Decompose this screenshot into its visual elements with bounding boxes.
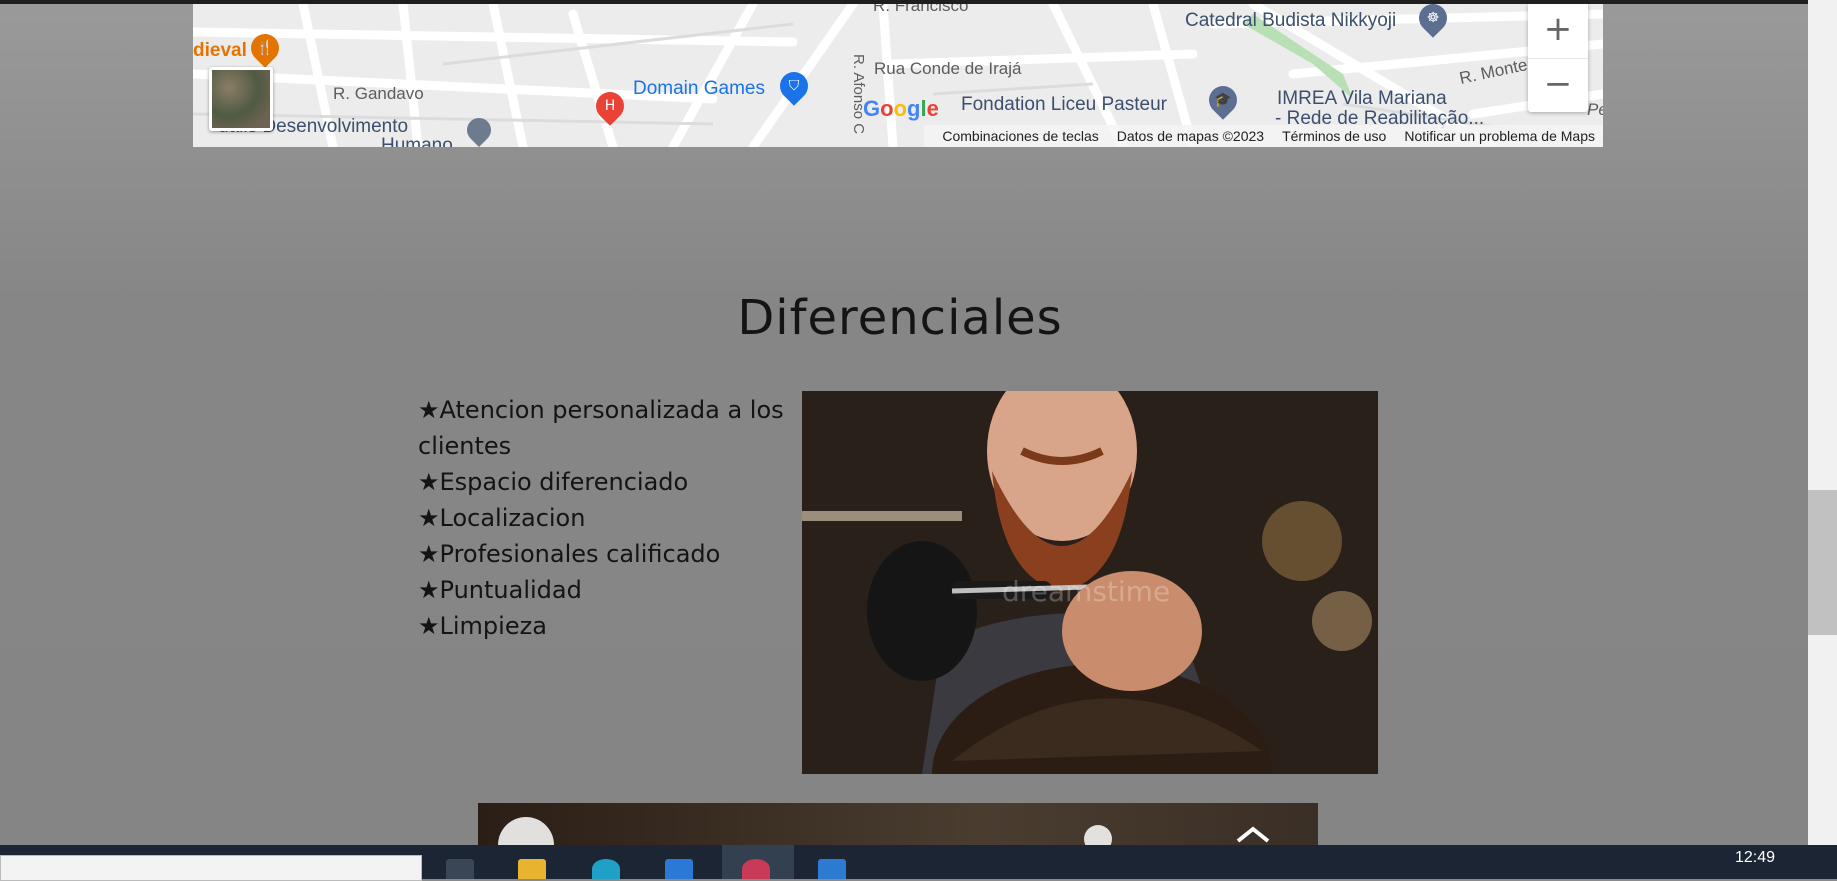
taskbar-clock[interactable]: 12:49 [1735, 849, 1775, 867]
keyboard-shortcuts-link[interactable]: Combinaciones de teclas [942, 128, 1098, 144]
edge-icon[interactable] [592, 859, 620, 879]
section-title: Diferenciales [737, 290, 1063, 346]
task-view-icon[interactable] [446, 859, 474, 879]
taskbar-search[interactable] [0, 855, 422, 881]
place-icon[interactable] [462, 113, 496, 147]
restaurant-icon[interactable]: 🍴 [245, 28, 285, 68]
vscode-icon[interactable] [818, 859, 846, 879]
differentials-list: ★Atencion personalizada a los clientes ★… [418, 392, 788, 644]
map-label-medieval: dieval [193, 40, 247, 61]
map-attribution: Combinaciones de teclas Datos de mapas ©… [924, 125, 1603, 147]
map-label-imrea1[interactable]: IMREA Vila Mariana [1277, 88, 1447, 110]
map-label-gandavo: R. Gandavo [333, 84, 424, 103]
satellite-toggle[interactable] [209, 67, 273, 131]
google-logo: Google [863, 96, 939, 121]
embedded-video[interactable] [478, 803, 1318, 845]
photo-watermark: dreamstime [1002, 575, 1170, 608]
zoom-control: + − [1528, 4, 1588, 112]
outlook-icon[interactable] [665, 859, 693, 879]
shopping-icon[interactable]: ⛉ [774, 66, 814, 106]
map-label-catedral[interactable]: Catedral Budista Nikkyoji [1185, 10, 1396, 32]
list-item: ★Espacio diferenciado [418, 468, 689, 496]
page: R. Francisco dieval 🍴 R. Gandavo dalis D… [0, 0, 1808, 845]
map-data-label: Datos de mapas ©2023 [1116, 128, 1265, 144]
list-item: ★Limpieza [418, 612, 547, 640]
scrollbar-thumb[interactable] [1808, 490, 1837, 635]
list-item: ★Atencion personalizada a los clientes [418, 396, 784, 460]
zoom-out-button[interactable]: − [1528, 59, 1588, 113]
barber-illustration: dreamstime [802, 391, 1378, 774]
list-item: ★Profesionales calificado [418, 540, 721, 568]
map-label-conde: Rua Conde de Irajá [874, 59, 1022, 78]
map-label-street-top: R. Francisco [873, 4, 969, 15]
list-item: ★Localizacion [418, 504, 586, 532]
map-label-afonso: R. Afonso C [850, 54, 867, 135]
list-item: ★Puntualidad [418, 576, 582, 604]
map-label-fondation[interactable]: Fondation Liceu Pasteur [961, 94, 1167, 116]
terms-link[interactable]: Términos de uso [1282, 128, 1386, 144]
taskbar: 12:49 [0, 845, 1837, 881]
map-label-pe: Pe [1587, 100, 1603, 119]
video-preview [498, 817, 1270, 845]
file-explorer-icon[interactable] [518, 859, 546, 879]
vertical-scrollbar[interactable] [1808, 0, 1837, 845]
app-icon[interactable] [742, 859, 770, 879]
zoom-in-button[interactable]: + [1528, 4, 1588, 59]
hospital-icon[interactable]: H [590, 86, 630, 126]
school-icon[interactable]: 🎓 [1203, 80, 1243, 120]
embedded-map[interactable]: R. Francisco dieval 🍴 R. Gandavo dalis D… [193, 4, 1603, 147]
map-label-humano: Humano [381, 135, 453, 147]
barber-photo: dreamstime [802, 391, 1378, 774]
report-problem-link[interactable]: Notificar un problema de Maps [1404, 128, 1595, 144]
map-label-domain-games[interactable]: Domain Games [633, 78, 765, 100]
